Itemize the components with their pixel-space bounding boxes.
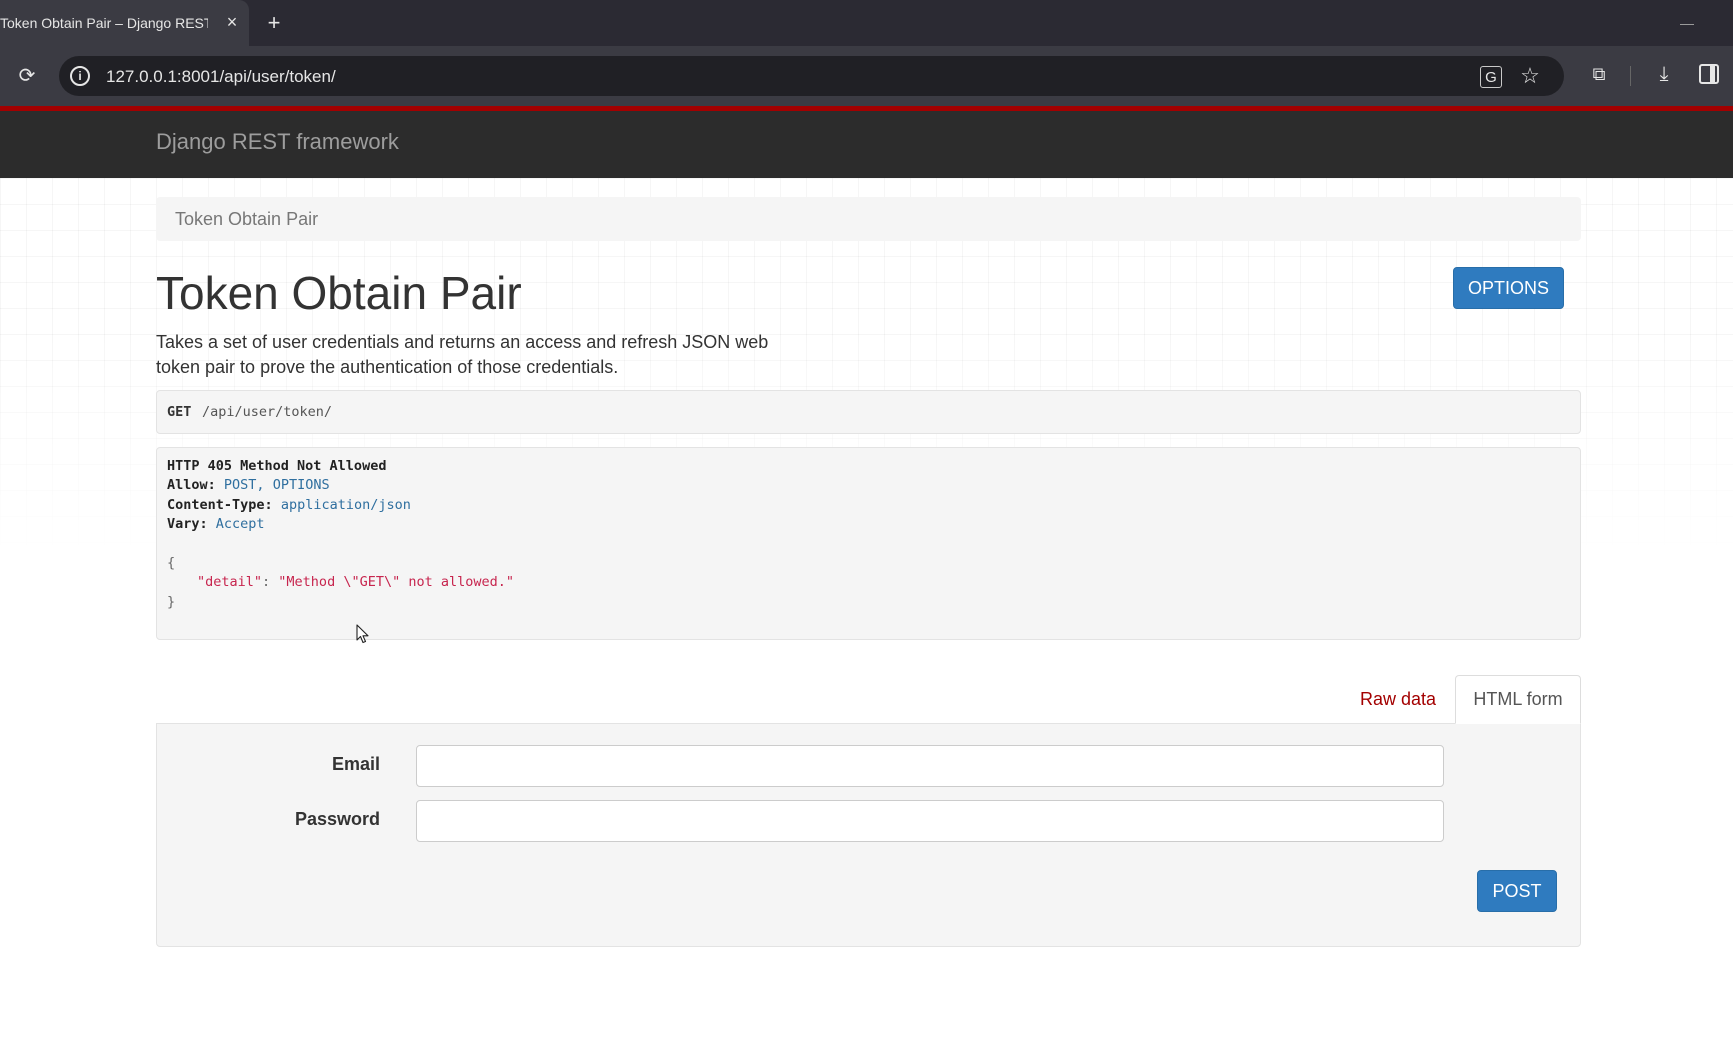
response-header-vary: Vary: Accept <box>167 516 265 532</box>
navbar: Django REST framework <box>0 106 1733 178</box>
email-label: Email <box>331 754 380 774</box>
close-tab-icon[interactable]: × <box>221 11 243 33</box>
toolbar-divider <box>1630 66 1631 86</box>
json-separator: : <box>262 574 279 590</box>
side-panel-icon[interactable] <box>1699 64 1719 84</box>
response-status-line: HTTP 405 Method Not Allowed <box>167 458 386 474</box>
minimize-window-icon[interactable] <box>1677 14 1697 30</box>
options-button[interactable]: OPTIONS <box>1453 267 1564 309</box>
password-label: Password <box>294 809 380 829</box>
tab-html-form[interactable]: HTML form <box>1455 675 1581 724</box>
response-status: HTTP 405 Method Not Allowed <box>167 458 387 474</box>
header-value: application/json <box>280 497 411 513</box>
json-value: "Method \"GET\" not allowed." <box>278 574 514 590</box>
request-info: GET /api/user/token/ <box>156 390 1581 434</box>
address-bar[interactable]: i 127.0.0.1:8001/api/user/token/ G ☆ <box>59 56 1564 96</box>
password-field[interactable] <box>416 800 1444 842</box>
info-icon[interactable]: i <box>70 66 90 86</box>
post-button[interactable]: POST <box>1477 870 1557 912</box>
extension-icon[interactable]: ⧉ <box>1587 62 1611 86</box>
header-key: Content-Type: <box>167 497 273 513</box>
response-info: HTTP 405 Method Not Allowed Allow: POST,… <box>156 447 1581 640</box>
mouse-cursor-icon <box>356 624 369 644</box>
request-method: GET <box>167 404 192 420</box>
header-key: Vary: <box>167 516 208 532</box>
browser-tab-active[interactable]: Token Obtain Pair – Django REST framewor… <box>0 0 249 46</box>
header-key: Allow: <box>167 477 216 493</box>
json-open-brace: { <box>167 555 176 571</box>
json-key: "detail" <box>197 574 263 590</box>
response-header-allow: Allow: POST, OPTIONS <box>167 477 330 493</box>
page-title: Token Obtain Pair <box>156 267 522 319</box>
breadcrumb-item-token-obtain-pair[interactable]: Token Obtain Pair <box>175 209 318 230</box>
new-tab-icon[interactable]: + <box>262 11 286 35</box>
header-value: Accept <box>215 516 265 532</box>
html-form-panel: Email Password POST <box>156 723 1581 947</box>
brand-link[interactable]: Django REST framework <box>156 129 399 155</box>
request-path: /api/user/token/ <box>202 404 333 420</box>
download-icon[interactable]: ⤓ <box>1652 62 1676 86</box>
breadcrumb: Token Obtain Pair <box>156 197 1581 241</box>
email-field[interactable] <box>416 745 1444 787</box>
endpoint-description: Takes a set of user credentials and retu… <box>156 332 769 377</box>
star-icon[interactable]: ☆ <box>1517 63 1543 89</box>
response-header-content-type: Content-Type: application/json <box>167 497 411 513</box>
json-detail-line: "detail": "Method \"GET\" not allowed." <box>197 574 514 590</box>
url-text[interactable]: 127.0.0.1:8001/api/user/token/ <box>106 67 336 87</box>
page: Django REST framework Token Obtain Pair … <box>0 106 1733 1052</box>
browser-toolbar: ⟳ i 127.0.0.1:8001/api/user/token/ G ☆ ⧉… <box>0 46 1733 106</box>
header-value: POST, OPTIONS <box>223 477 330 493</box>
reload-icon[interactable]: ⟳ <box>14 63 40 89</box>
translate-icon[interactable]: G <box>1480 66 1502 88</box>
browser-tab-bar: Token Obtain Pair – Django REST framewor… <box>0 0 1733 46</box>
json-close-brace: } <box>167 594 176 610</box>
tab-raw-data[interactable]: Raw data <box>1341 675 1455 723</box>
tab-title: Token Obtain Pair – Django REST framewor… <box>0 15 208 31</box>
